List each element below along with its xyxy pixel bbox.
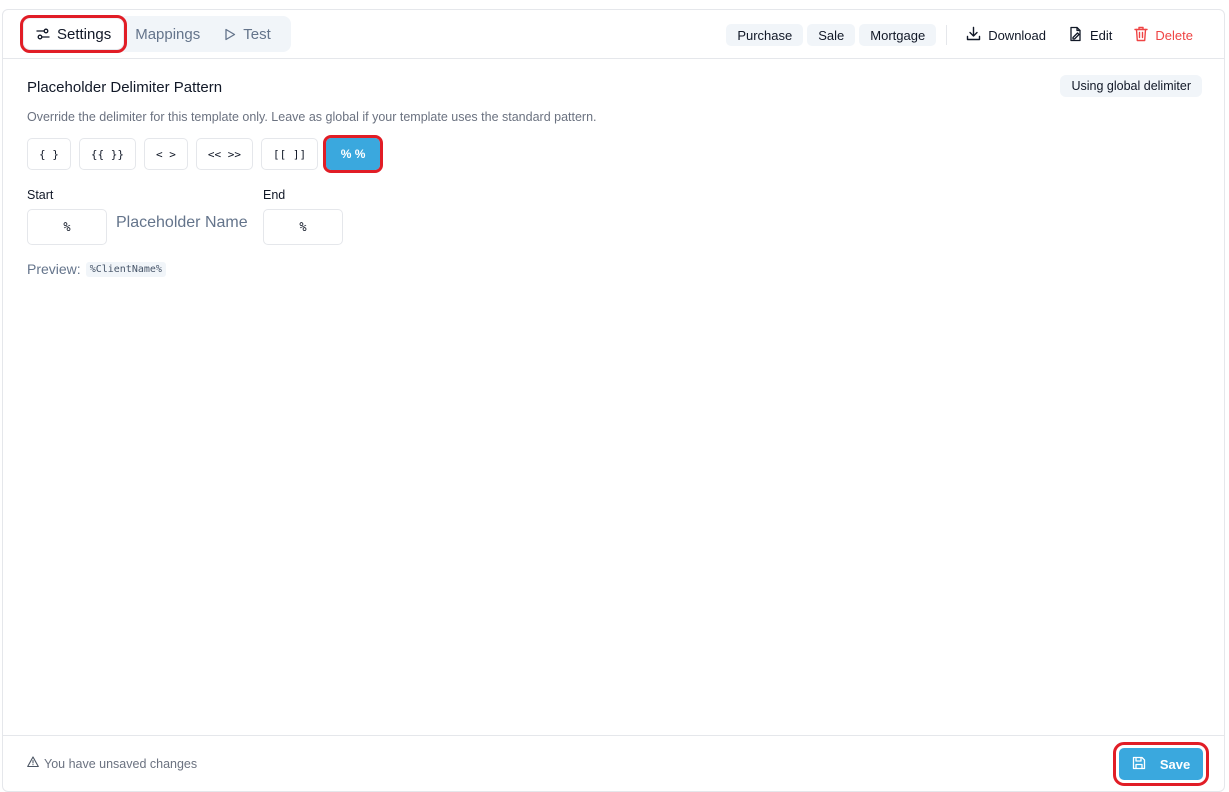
delimiter-option-double-square[interactable]: [[ ]] — [261, 138, 319, 170]
delete-label: Delete — [1155, 27, 1193, 43]
save-button[interactable]: Save — [1113, 742, 1209, 786]
chip-purchase[interactable]: Purchase — [726, 24, 804, 46]
delimiter-option-double-curly[interactable]: {{ }} — [78, 138, 136, 170]
section-title: Placeholder Delimiter Pattern — [27, 79, 223, 96]
start-delimiter-input[interactable]: % — [27, 209, 107, 245]
download-icon — [966, 26, 981, 44]
trash-icon — [1134, 26, 1149, 45]
start-label: Start — [27, 188, 54, 202]
delimiter-option-double-angle[interactable]: << >> — [195, 138, 253, 170]
edit-button[interactable]: Edit — [1059, 26, 1121, 45]
tab-mappings-label: Mappings — [135, 25, 201, 43]
section-description: Override the delimiter for this template… — [27, 110, 597, 124]
tab-settings[interactable]: Settings — [19, 15, 128, 53]
end-label: End — [263, 188, 286, 202]
toolbar-divider — [946, 25, 948, 45]
delimiter-options: { } {{ }} < > << >> [[ ]] % % — [27, 135, 384, 173]
preview-row: Preview: %ClientName% — [27, 261, 166, 277]
delete-button[interactable]: Delete — [1125, 26, 1202, 45]
tab-mappings[interactable]: Mappings — [123, 19, 212, 49]
global-delimiter-badge: Using global delimiter — [1060, 75, 1202, 97]
unsaved-changes-notice: You have unsaved changes — [27, 756, 197, 771]
delimiter-option-angle[interactable]: < > — [144, 138, 188, 170]
edit-label: Edit — [1090, 27, 1113, 43]
unsaved-changes-text: You have unsaved changes — [44, 756, 198, 771]
warning-icon — [27, 756, 39, 771]
tab-test-label: Test — [243, 25, 271, 43]
preview-label: Preview: — [27, 261, 81, 277]
footer-bar: You have unsaved changes Save — [3, 735, 1224, 791]
chip-mortgage[interactable]: Mortgage — [859, 24, 937, 46]
tab-settings-label: Settings — [57, 25, 112, 43]
save-label: Save — [1159, 756, 1191, 772]
toolbar-actions: Purchase Sale Mortgage Download Edit Del… — [726, 23, 1202, 47]
floppy-disk-icon — [1132, 756, 1146, 773]
preview-value: %ClientName% — [85, 261, 166, 277]
file-edit-icon — [1068, 26, 1083, 45]
delimiter-option-curly[interactable]: { } — [27, 138, 71, 170]
download-label: Download — [988, 27, 1047, 43]
download-button[interactable]: Download — [957, 26, 1055, 44]
settings-sliders-icon — [36, 27, 50, 41]
delimiter-option-percent[interactable]: % % — [323, 135, 384, 173]
play-icon — [224, 28, 236, 41]
chip-sale[interactable]: Sale — [807, 24, 856, 46]
top-bar: Settings Mappings Test Purchase Sale Mor… — [3, 10, 1224, 59]
tab-test[interactable]: Test — [212, 19, 283, 49]
template-editor-panel: Settings Mappings Test Purchase Sale Mor… — [2, 9, 1225, 792]
end-delimiter-input[interactable]: % — [263, 209, 343, 245]
placeholder-name-text: Placeholder Name — [116, 214, 248, 231]
tab-list: Settings Mappings Test — [19, 15, 291, 53]
